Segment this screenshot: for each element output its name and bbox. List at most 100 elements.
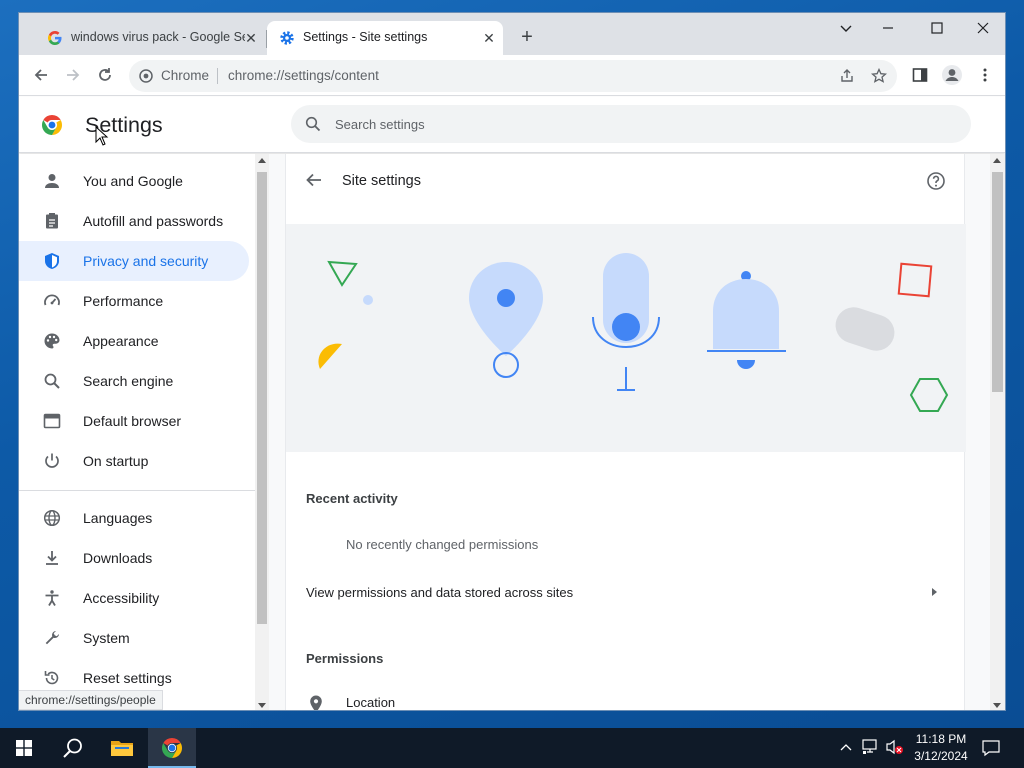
scroll-up-arrow-icon[interactable] <box>993 158 1001 163</box>
speedometer-icon <box>44 294 60 306</box>
clock-time[interactable]: 11:18 PM <box>914 732 968 746</box>
search-input[interactable] <box>335 105 935 143</box>
sidebar-item-performance[interactable]: Performance <box>19 281 249 321</box>
new-tab-button[interactable]: + <box>517 27 537 47</box>
scrollbar-thumb[interactable] <box>992 172 1003 392</box>
sidebar-item-privacy[interactable]: Privacy and security <box>19 241 249 281</box>
close-tab-icon[interactable]: ✕ <box>243 30 259 46</box>
permissions-heading: Permissions <box>306 651 384 666</box>
sidebar-item-languages[interactable]: Languages <box>19 498 249 538</box>
tab-google-search[interactable]: windows virus pack - Google Sea ✕ <box>27 21 267 55</box>
share-icon[interactable] <box>839 68 855 84</box>
notifications-icon[interactable] <box>982 739 1000 757</box>
start-button[interactable] <box>0 728 48 768</box>
folder-icon <box>111 741 133 756</box>
back-arrow-icon[interactable] <box>304 170 324 190</box>
shield-icon <box>45 253 59 269</box>
search-icon <box>63 738 82 758</box>
sidebar-item-label: Appearance <box>83 333 159 349</box>
location-permission-row[interactable]: Location <box>286 684 966 710</box>
download-icon <box>46 551 58 565</box>
recent-activity-heading: Recent activity <box>306 491 398 506</box>
close-tab-icon[interactable]: ✕ <box>481 30 497 46</box>
tab-site-settings[interactable]: Settings - Site settings ✕ <box>267 21 503 55</box>
browser-toolbar: Chrome chrome://settings/content <box>19 55 1005 96</box>
close-window-button[interactable] <box>972 17 994 39</box>
location-pin-icon <box>310 695 322 710</box>
scroll-down-arrow-icon[interactable] <box>993 703 1001 708</box>
tab-strip: windows virus pack - Google Sea ✕ Settin… <box>19 13 1005 55</box>
accessibility-icon <box>45 590 59 606</box>
tab-search-icon[interactable] <box>835 17 857 39</box>
scroll-down-arrow-icon[interactable] <box>258 703 266 708</box>
address-bar[interactable]: Chrome chrome://settings/content <box>129 60 897 92</box>
small-blue-dot-shape <box>363 295 373 305</box>
taskbar-search-button[interactable] <box>48 728 96 768</box>
sidebar-item-on-startup[interactable]: On startup <box>19 441 249 481</box>
profile-avatar-icon[interactable] <box>941 64 963 86</box>
chrome-icon <box>139 69 153 83</box>
search-settings-box[interactable] <box>291 105 971 143</box>
sidebar-item-accessibility[interactable]: Accessibility <box>19 578 249 618</box>
sidebar-item-label: Autofill and passwords <box>83 213 224 229</box>
yellow-half-circle-shape <box>318 343 342 369</box>
sidebar-item-label: On startup <box>83 453 149 469</box>
back-button[interactable] <box>29 63 53 87</box>
settings-header: Settings <box>19 97 1005 153</box>
sidebar-item-label: Privacy and security <box>83 253 209 269</box>
section-title: Site settings <box>342 173 421 189</box>
forward-button[interactable] <box>61 63 85 87</box>
more-menu-icon[interactable] <box>977 67 993 83</box>
show-hidden-icons-icon[interactable] <box>840 742 852 752</box>
help-icon[interactable] <box>926 171 946 191</box>
sidebar-scrollbar[interactable] <box>255 154 269 710</box>
gear-icon <box>280 31 294 45</box>
sidebar-item-downloads[interactable]: Downloads <box>19 538 249 578</box>
sidebar-item-label: Downloads <box>83 550 153 566</box>
sidebar-divider <box>19 490 255 491</box>
sidebar-item-default-browser[interactable]: Default browser <box>19 401 249 441</box>
sidebar-item-system[interactable]: System <box>19 618 249 658</box>
chrome-taskbar-button[interactable] <box>148 728 196 768</box>
green-triangle-shape <box>327 260 358 287</box>
url-text[interactable]: chrome://settings/content <box>228 68 379 83</box>
view-permissions-row[interactable]: View permissions and data stored across … <box>286 572 966 612</box>
sidebar-item-autofill[interactable]: Autofill and passwords <box>19 201 249 241</box>
scrollbar-thumb[interactable] <box>257 172 267 624</box>
status-bar-url: chrome://settings/people <box>19 690 163 710</box>
location-pin-icon <box>469 262 543 356</box>
minimize-button[interactable] <box>877 17 899 39</box>
omnibox-divider <box>217 68 218 84</box>
browser-icon <box>43 413 61 429</box>
sidebar-item-appearance[interactable]: Appearance <box>19 321 249 361</box>
reload-button[interactable] <box>93 63 117 87</box>
sidebar-item-label: System <box>83 630 130 646</box>
search-icon <box>44 373 60 389</box>
sidebar-item-label: Languages <box>83 510 153 526</box>
sidebar-item-you-and-google[interactable]: You and Google <box>19 161 249 201</box>
search-icon <box>305 116 321 132</box>
browser-window: windows virus pack - Google Sea ✕ Settin… <box>18 12 1006 711</box>
maximize-button[interactable] <box>926 17 948 39</box>
green-hexagon-shape <box>909 378 949 412</box>
power-icon <box>45 453 59 468</box>
settings-sidebar: You and Google Autofill and passwords Pr… <box>19 154 255 710</box>
reset-icon <box>44 671 59 685</box>
main-scrollbar[interactable] <box>990 154 1005 710</box>
recent-activity-empty-text: No recently changed permissions <box>346 537 539 552</box>
palette-icon <box>44 333 60 349</box>
wrench-icon <box>45 631 59 645</box>
clipboard-icon <box>46 213 58 229</box>
star-icon[interactable] <box>871 68 887 84</box>
file-explorer-button[interactable] <box>98 728 146 768</box>
scroll-up-arrow-icon[interactable] <box>258 158 266 163</box>
person-icon <box>45 174 59 188</box>
clock-date[interactable]: 3/12/2024 <box>912 749 970 763</box>
side-panel-icon[interactable] <box>912 67 928 83</box>
network-icon[interactable] <box>862 739 880 755</box>
sidebar-item-search-engine[interactable]: Search engine <box>19 361 249 401</box>
sidebar-item-label: Reset settings <box>83 670 172 686</box>
volume-muted-icon[interactable] <box>886 739 904 755</box>
tab-title: Settings - Site settings <box>303 30 428 44</box>
arrow-right-icon <box>932 588 937 596</box>
